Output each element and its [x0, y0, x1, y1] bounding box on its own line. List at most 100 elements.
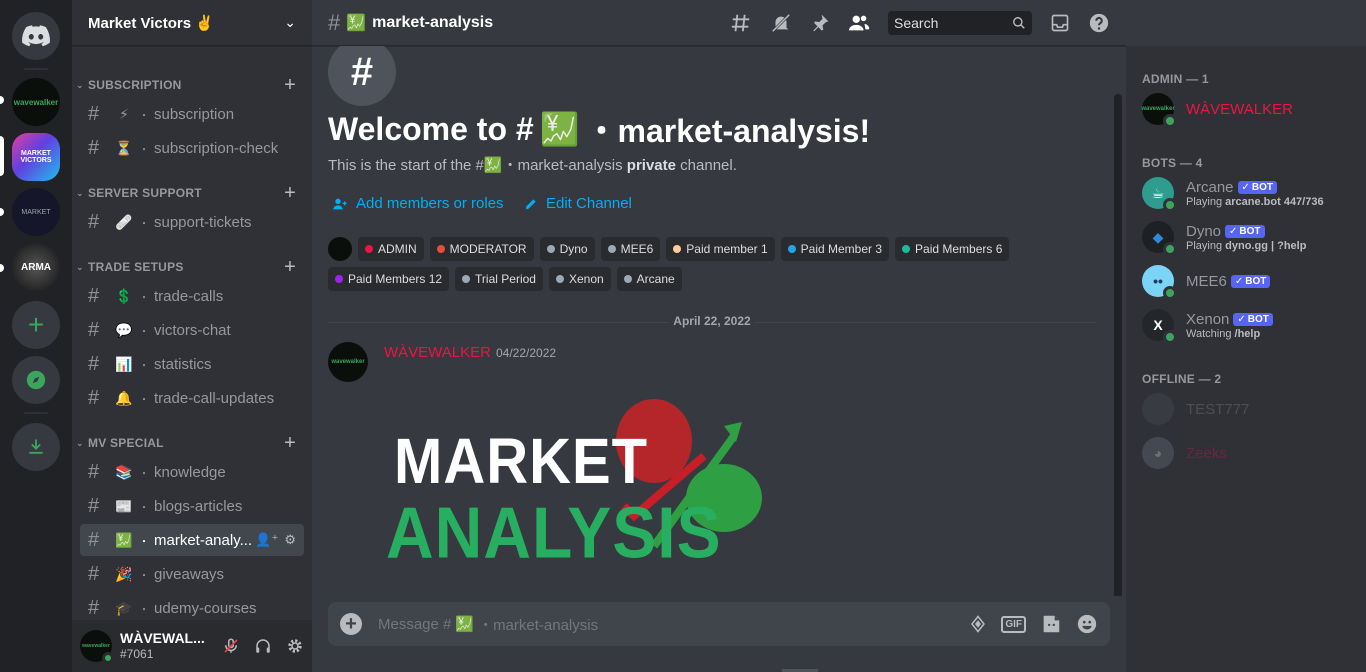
role-chip[interactable]: MEE6 — [600, 237, 661, 261]
role-chip[interactable]: Paid Member 3 — [780, 237, 890, 261]
server-list: wavewalker MARKET VICTORS MARKET ARMA + — [0, 0, 72, 672]
text-channel-icon: # — [88, 284, 100, 307]
role-chip[interactable]: ADMIN — [358, 237, 424, 261]
gear-icon[interactable]: ⚙ — [284, 532, 296, 548]
nitro-boost-icon[interactable] — [969, 614, 987, 634]
server-separator — [24, 68, 48, 70]
category-mv-special[interactable]: ⌄ MV SPECIAL + — [72, 432, 312, 455]
mic-muted-icon[interactable] — [222, 637, 240, 655]
welcome-subtitle: This is the start of the #💹・market-analy… — [328, 157, 737, 174]
role-chip[interactable]: Arcane — [616, 267, 682, 291]
plus-icon: + — [27, 309, 45, 340]
create-channel-icon[interactable]: + — [284, 432, 296, 455]
role-chip[interactable]: Paid member 1 — [666, 237, 775, 261]
role-list: ADMIN MODERATOR Dyno MEE6 Paid member 1 Paid … — [328, 237, 1018, 291]
discord-home-button[interactable] — [12, 12, 60, 60]
member-wavewalker[interactable]: wavewalker WÀVEWALKER — [1141, 88, 1366, 130]
create-channel-icon[interactable]: + — [284, 182, 296, 205]
channel-sidebar: Market Victors ✌️ ⌄ ⌄ SUBSCRIPTION + # ⚡ ・ su… — [72, 0, 312, 672]
scrollbar[interactable] — [1114, 94, 1122, 596]
emoji-icon[interactable] — [1076, 613, 1098, 635]
text-channel-icon: # — [88, 562, 100, 585]
channel-trade-calls[interactable]: # 💲 ・ trade-calls — [80, 280, 304, 312]
text-channel-icon: # — [88, 136, 100, 159]
role-chip[interactable]: Xenon — [548, 267, 611, 291]
server-icon-arma[interactable]: ARMA — [12, 243, 60, 291]
download-apps-button[interactable] — [12, 423, 60, 471]
role-chip[interactable]: Paid Members 12 — [328, 267, 450, 291]
role-color-dot — [902, 245, 911, 253]
channel-trade-call-updates[interactable]: # 🔔 ・ trade-call-updates — [80, 382, 304, 414]
sticker-icon[interactable] — [1040, 613, 1062, 635]
channel-subscription[interactable]: # ⚡ ・ subscription — [80, 98, 304, 130]
bot-badge: ✓ BOT — [1225, 224, 1265, 238]
pin-icon[interactable] — [810, 13, 830, 33]
message-composer[interactable]: + Message # 💹 ・market-analysis GIF — [328, 602, 1110, 646]
member-xenon[interactable]: X Xenon ✓ BOT Watching /help — [1142, 304, 1366, 346]
settings-gear-icon[interactable] — [286, 637, 304, 655]
help-icon[interactable] — [1088, 12, 1110, 34]
channel-victors-chat[interactable]: # 💬 ・ victors-chat — [80, 314, 304, 346]
avatar[interactable]: wavewalker — [80, 630, 114, 664]
text-channel-icon: # — [328, 9, 341, 35]
member-dyno[interactable]: ◆ Dyno ✓ BOT Playing dyno.gg | ?help — [1142, 216, 1366, 258]
member-group-offline: OFFLINE — 2 — [1142, 372, 1222, 386]
server-icon-third[interactable]: MARKET — [12, 188, 60, 236]
user-tag: #7061 — [120, 647, 154, 662]
server-icon-market-victors[interactable]: MARKET VICTORS — [12, 133, 60, 181]
role-chip[interactable]: Dyno — [539, 237, 595, 261]
add-members-button[interactable]: Add members or roles — [332, 195, 504, 212]
channel-giveaways[interactable]: # 🎉 ・ giveaways — [80, 558, 304, 590]
message-input[interactable]: Message # 💹 ・market-analysis — [378, 614, 598, 635]
text-channel-icon: # — [88, 352, 100, 375]
invite-icon[interactable]: 👤⁺ — [255, 532, 278, 548]
channel-statistics[interactable]: # 📊 ・ statistics — [80, 348, 304, 380]
download-icon — [29, 439, 43, 454]
mee6-avatar: •• — [1142, 265, 1177, 300]
create-channel-icon[interactable]: + — [284, 256, 296, 279]
text-channel-icon: # — [88, 528, 100, 551]
channel-support-tickets[interactable]: # 🩹 ・ support-tickets — [80, 206, 304, 238]
message-author[interactable]: WÀVEWALKER — [384, 344, 491, 361]
member-mee6[interactable]: •• MEE6 ✓ BOT — [1142, 260, 1366, 302]
person-add-icon — [333, 198, 347, 209]
channel-subscription-check[interactable]: # ⏳ ・ subscription-check — [80, 132, 304, 164]
channel-market-analysis[interactable]: # 💹 ・ market-analy... 👤⁺ ⚙ — [80, 524, 304, 556]
search-placeholder: Search — [894, 14, 939, 31]
category-trade-setups[interactable]: ⌄ TRADE SETUPS + — [72, 256, 312, 279]
member-avatar-chip[interactable] — [328, 237, 352, 261]
image-text-analysis: ANALYSIS — [386, 491, 722, 573]
server-icon-wavewalker[interactable]: wavewalker — [12, 78, 60, 126]
notification-bell-muted-icon[interactable] — [770, 12, 792, 34]
avatar[interactable]: wavewalker — [328, 342, 368, 382]
edit-channel-button[interactable]: Edit Channel — [524, 195, 632, 212]
role-color-dot — [787, 245, 796, 253]
arcane-avatar: ☕ — [1142, 177, 1177, 212]
member-list-icon[interactable] — [848, 12, 870, 34]
create-channel-icon[interactable]: + — [284, 74, 296, 97]
gif-button[interactable]: GIF — [1001, 615, 1026, 633]
category-subscription[interactable]: ⌄ SUBSCRIPTION + — [72, 74, 312, 97]
inbox-icon[interactable] — [1050, 13, 1070, 33]
member-test777[interactable]: TEST777 — [1142, 388, 1366, 430]
attach-plus-icon[interactable]: + — [340, 613, 362, 635]
role-chip[interactable]: Trial Period — [455, 267, 543, 291]
member-arcane[interactable]: ☕ Arcane ✓ BOT Playing arcane.bot 447/736 — [1142, 172, 1366, 214]
guild-header[interactable]: Market Victors ✌️ ⌄ — [72, 0, 312, 46]
add-server-button[interactable]: + — [12, 301, 60, 349]
image-text-market: MARKET — [394, 425, 649, 498]
channel-blogs-articles[interactable]: # 📰 ・ blogs-articles — [80, 490, 304, 522]
role-chip[interactable]: MODERATOR — [429, 237, 534, 261]
threads-icon[interactable] — [730, 12, 752, 34]
member-group-admin: ADMIN — 1 — [1142, 72, 1209, 86]
member-zeeks[interactable]: ◕ Zeeks — [1142, 432, 1366, 474]
message-image-market-analysis[interactable]: MARKET ANALYSIS — [384, 386, 784, 586]
text-channel-icon: # — [88, 210, 100, 233]
search-input[interactable]: Search — [888, 10, 1032, 35]
server-separator — [24, 412, 48, 414]
category-server-support[interactable]: ⌄ SERVER SUPPORT + — [72, 182, 312, 205]
channel-knowledge[interactable]: # 📚 ・ knowledge — [80, 456, 304, 488]
role-chip[interactable]: Paid Members 6 — [895, 237, 1010, 261]
explore-servers-button[interactable] — [12, 356, 60, 404]
headphones-icon[interactable] — [254, 637, 272, 655]
